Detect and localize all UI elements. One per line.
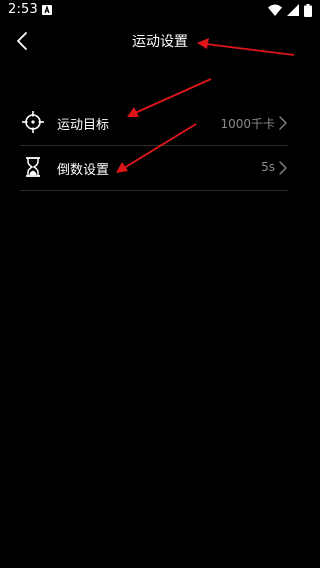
crosshair-target-icon [22,111,44,133]
chevron-right-icon [279,116,287,130]
settings-item-value: 1000千卡 [220,117,275,131]
settings-list: 运动目标 1000千卡 倒数设置 5s [20,101,288,191]
status-bar: 2:53 [0,0,320,22]
header: 运动设置 [0,22,320,60]
settings-item-value: 5s [261,160,275,174]
notification-a-icon [42,5,52,15]
settings-item-countdown[interactable]: 倒数设置 5s [20,146,288,191]
signal-icon [287,4,299,16]
status-icons [268,3,312,17]
settings-item-label: 运动目标 [57,118,110,133]
annotation-arrows [116,38,295,173]
wifi-icon [268,4,282,16]
page-title: 运动设置 [132,34,188,50]
battery-icon [304,3,312,17]
settings-item-exercise-goal[interactable]: 运动目标 1000千卡 [20,101,288,146]
settings-item-label: 倒数设置 [57,163,110,178]
chevron-right-icon [279,161,287,175]
status-time: 2:53 [8,2,38,17]
hourglass-icon [22,156,44,178]
